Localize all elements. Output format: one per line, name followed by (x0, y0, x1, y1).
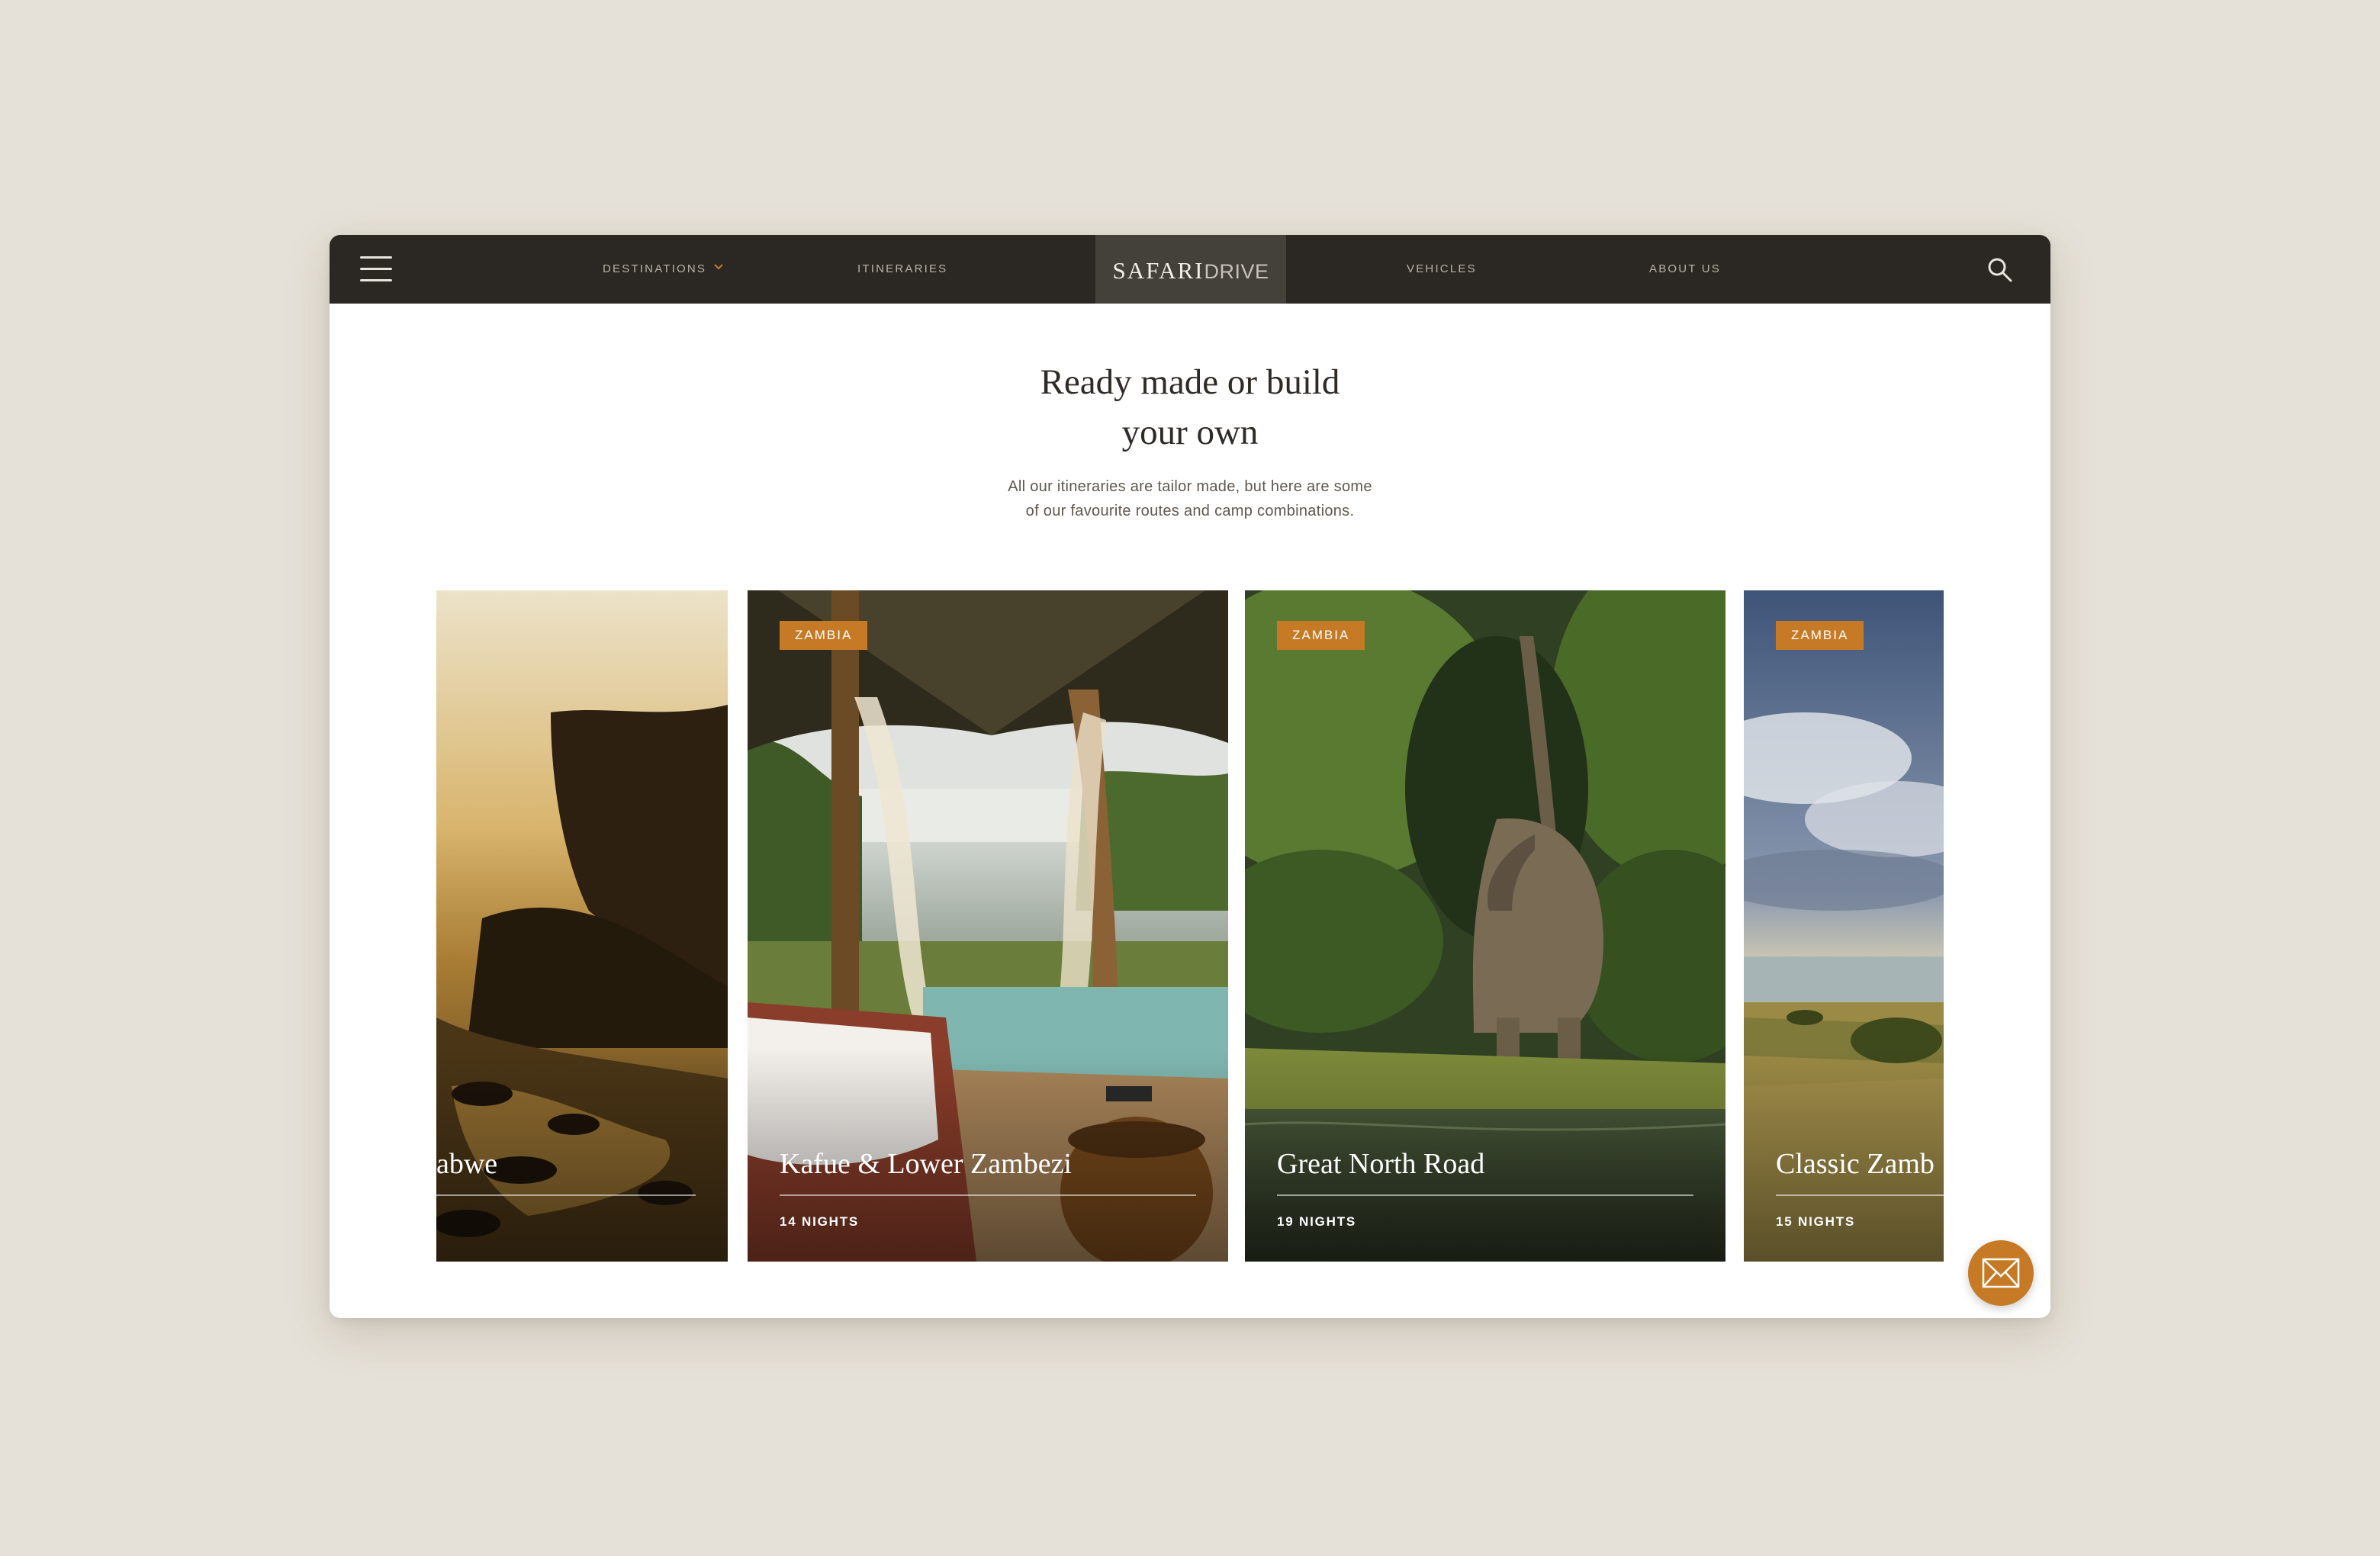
nav-about-us[interactable]: ABOUT US (1649, 235, 1721, 304)
card-title: abwe (436, 1148, 498, 1180)
card-title: Classic Zamb (1776, 1148, 1935, 1180)
nav-destinations-label: DESTINATIONS (603, 262, 707, 275)
menu-button[interactable] (360, 256, 392, 282)
nav-vehicles[interactable]: VEHICLES (1407, 235, 1477, 304)
card-divider (1277, 1194, 1693, 1196)
itinerary-card[interactable]: abwe (436, 590, 728, 1262)
nav-destinations[interactable]: DESTINATIONS (603, 235, 723, 304)
itinerary-card[interactable]: ZAMBIA Great North Road 19 NIGHTS (1245, 590, 1726, 1262)
section-description-line-1: All our itineraries are tailor made, but… (1008, 478, 1372, 495)
card-divider (436, 1194, 696, 1196)
logo-secondary-text: DRIVE (1204, 260, 1269, 283)
nav-about-label: ABOUT US (1649, 262, 1722, 275)
card-divider (780, 1194, 1196, 1196)
section-heading-line-1: Ready made or build (1040, 362, 1340, 402)
nav-itineraries-label: ITINERARIES (857, 262, 948, 275)
card-nights: 19 NIGHTS (1277, 1214, 1357, 1229)
card-nights: 15 NIGHTS (1776, 1214, 1856, 1229)
search-icon (1988, 258, 2012, 282)
card-nights: 14 NIGHTS (780, 1214, 860, 1229)
country-badge: ZAMBIA (1776, 621, 1864, 650)
logo-primary-text: SAFARI (1112, 257, 1204, 284)
card-title: Kafue & Lower Zambezi (780, 1148, 1072, 1180)
card-divider (1776, 1194, 1944, 1196)
envelope-icon (1982, 1258, 2020, 1288)
site-logo[interactable]: SAFARIDRIVE (1095, 235, 1286, 304)
nav-vehicles-label: VEHICLES (1407, 262, 1477, 275)
search-button[interactable] (1986, 256, 2014, 284)
contact-button[interactable] (1968, 1240, 2034, 1306)
section-description-line-2: of our favourite routes and camp combina… (1025, 503, 1355, 519)
browser-window: DESTINATIONS ITINERARIES SAFARIDRIVE VEH… (330, 235, 2050, 1318)
itinerary-card[interactable]: ZAMBIA Kafue & Lower Zambezi 14 NIGHTS (748, 590, 1228, 1262)
itinerary-card[interactable]: ZAMBIA Classic Zamb 15 NIGHTS (1744, 590, 1944, 1262)
top-navigation-bar: DESTINATIONS ITINERARIES SAFARIDRIVE VEH… (330, 235, 2050, 304)
section-description: All our itineraries are tailor made, but… (923, 474, 1457, 523)
country-badge: ZAMBIA (780, 621, 868, 650)
chevron-down-icon (714, 235, 723, 301)
country-badge: ZAMBIA (1277, 621, 1365, 650)
itinerary-carousel[interactable]: abwe ZAMBIA Kafue & Lower Zambezi 14 NIG… (436, 590, 1944, 1262)
nav-itineraries[interactable]: ITINERARIES (857, 235, 947, 304)
card-title: Great North Road (1277, 1148, 1485, 1180)
section-heading: Ready made or build your own (961, 357, 1419, 458)
section-heading-line-2: your own (1121, 413, 1259, 452)
